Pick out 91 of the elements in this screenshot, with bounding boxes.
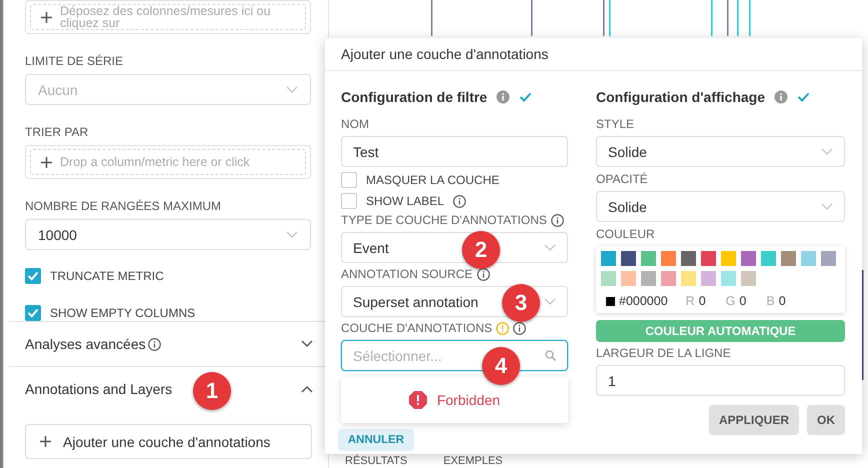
color-swatch[interactable]: [621, 271, 636, 286]
checkbox[interactable]: [25, 268, 41, 284]
color-swatch[interactable]: [721, 271, 736, 286]
field-value: 1: [608, 372, 616, 388]
section-title[interactable]: Annotations and Layers: [25, 381, 172, 397]
action-button[interactable]: APPLIQUER: [708, 405, 799, 435]
select-value: Superset annotation: [353, 294, 478, 310]
caret-icon: [286, 231, 298, 238]
select-value: Solide: [608, 144, 647, 160]
color-swatch[interactable]: [761, 251, 776, 266]
channel-label: R: [686, 294, 695, 308]
select-field[interactable]: Solide: [596, 136, 845, 167]
hex-value[interactable]: #000000: [619, 294, 668, 308]
field-label: STYLE: [596, 117, 634, 131]
text-field[interactable]: Test: [341, 136, 568, 167]
color-swatch[interactable]: [681, 251, 696, 266]
select-placeholder: Aucun: [38, 82, 78, 98]
field-label: NOM: [341, 117, 369, 131]
results-tab[interactable]: RÉSULTATS: [345, 455, 408, 467]
field-label: TYPE DE COUCHE D'ANNOTATIONS: [341, 213, 547, 227]
color-swatch[interactable]: [661, 251, 676, 266]
field-label: TRIER PAR: [25, 125, 90, 139]
color-swatch[interactable]: [621, 251, 636, 266]
action-button[interactable]: OK: [807, 405, 845, 435]
error-icon: [408, 391, 427, 409]
select-field[interactable]: 10000: [25, 219, 311, 250]
channel-value[interactable]: 0: [739, 294, 746, 308]
check-icon: [27, 308, 39, 318]
error-message: Forbidden: [436, 392, 500, 408]
check-icon: [797, 92, 810, 102]
field-label: NOMBRE DE RANGÉES MAXIMUM: [25, 199, 222, 213]
field-label: ANNOTATION SOURCE: [341, 267, 473, 281]
field-label: COULEUR: [596, 227, 655, 241]
color-swatch[interactable]: [741, 271, 756, 286]
caret-icon: [286, 86, 298, 93]
select-value: 10000: [38, 226, 77, 242]
checkbox-label: TRUNCATE METRIC: [50, 269, 164, 283]
check-icon: [27, 271, 39, 281]
caret-icon: [821, 203, 833, 210]
color-swatch[interactable]: [601, 251, 616, 266]
channel-label: B: [766, 294, 775, 308]
caret-icon: [544, 244, 556, 251]
field-label: COUCHE D'ANNOTATIONS: [341, 321, 492, 335]
channel-value[interactable]: 0: [698, 294, 706, 308]
checkbox[interactable]: [341, 193, 357, 209]
plus-icon: [40, 436, 51, 447]
plus-icon: [41, 156, 52, 168]
plus-icon: [41, 12, 52, 22]
field-value: Test: [353, 144, 379, 160]
info-icon: [496, 90, 510, 104]
checkbox[interactable]: [25, 305, 41, 321]
select-field[interactable]: Solide: [596, 191, 845, 222]
color-swatch[interactable]: [641, 251, 656, 266]
step-marker: 1: [193, 372, 231, 410]
checkbox-label: SHOW EMPTY COLUMNS: [50, 306, 196, 320]
color-swatch[interactable]: [641, 271, 656, 286]
color-swatch[interactable]: [681, 271, 696, 286]
caret-icon: [821, 148, 833, 155]
color-swatch[interactable]: [741, 251, 756, 266]
search-icon: [545, 350, 556, 361]
checkbox[interactable]: [341, 172, 357, 188]
search-placeholder: Sélectionner...: [353, 348, 442, 364]
color-swatch[interactable]: [701, 271, 716, 286]
field-label: LIMITE DE SÉRIE: [25, 54, 124, 68]
color-swatch[interactable]: [701, 251, 716, 266]
text-field[interactable]: 1: [596, 365, 845, 396]
field-label: OPACITÉ: [596, 172, 648, 186]
section-title[interactable]: Analyses avancées: [25, 336, 146, 352]
checkbox-label: MASQUER LA COUCHE: [366, 173, 500, 187]
add-layer-button[interactable]: Ajouter une couche d'annotations: [25, 424, 312, 459]
caret-icon: [544, 298, 556, 305]
select-value: Solide: [608, 198, 647, 214]
channel-value[interactable]: 0: [778, 294, 786, 308]
section-title: Configuration de filtre: [341, 89, 488, 105]
drop-zone-hint: Déposez des colonnes/mesures ici ou cliquez sur: [60, 5, 272, 29]
color-swatch[interactable]: [821, 251, 836, 266]
field-label: LARGEUR DE LA LIGNE: [596, 346, 731, 360]
check-icon: [519, 92, 532, 102]
color-swatch[interactable]: [801, 251, 816, 266]
popover-title: Ajouter une couche d'annotations: [325, 38, 862, 71]
color-swatch[interactable]: [781, 251, 796, 266]
checkbox-label: SHOW LABEL: [366, 194, 444, 208]
section-title: Configuration d'affichage: [596, 89, 765, 105]
drop-zone-hint: Drop a column/metric here or click: [60, 155, 250, 169]
results-tab[interactable]: EXEMPLES: [443, 455, 503, 467]
info-icon: [774, 90, 788, 104]
select-value: Event: [353, 240, 389, 256]
color-swatch[interactable]: [661, 271, 676, 286]
color-swatch[interactable]: [601, 271, 616, 286]
channel-label: G: [726, 294, 736, 308]
color-swatch[interactable]: [721, 251, 736, 266]
